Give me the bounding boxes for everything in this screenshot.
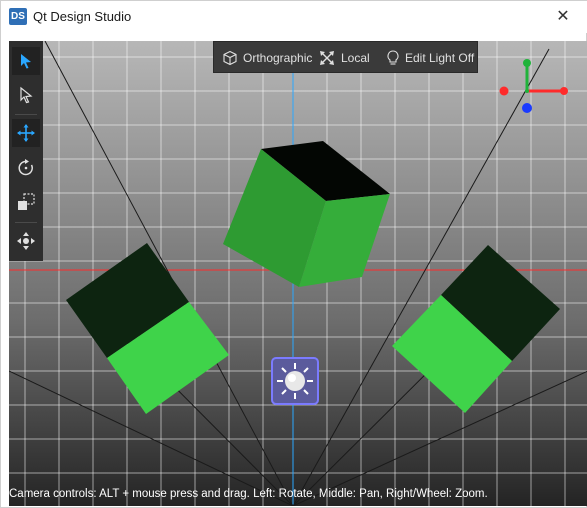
light-bulb-icon <box>387 50 399 65</box>
orthographic-label: Orthographic <box>243 51 313 65</box>
view-toolbar: Orthographic Local Edit Light Off <box>213 41 478 73</box>
select-item-tool[interactable] <box>12 81 40 109</box>
local-toggle[interactable]: Local <box>318 42 370 74</box>
orientation-gizmo[interactable] <box>499 59 569 113</box>
close-button[interactable]: ✕ <box>552 6 574 28</box>
orthographic-toggle[interactable]: Orthographic <box>222 42 312 74</box>
fit-view-icon <box>17 232 35 250</box>
light-icon[interactable] <box>271 357 319 405</box>
scale-tool[interactable] <box>12 188 40 216</box>
tools-toolbar <box>9 41 43 261</box>
move-tool[interactable] <box>12 119 40 147</box>
select-group-tool[interactable] <box>12 47 40 75</box>
select-group-arrow-icon <box>21 54 31 69</box>
select-item-arrow-icon <box>20 86 33 104</box>
3d-viewport[interactable]: Orthographic Local Edit Light Off <box>9 41 587 506</box>
edit-light-toggle[interactable]: Edit Light Off <box>386 42 474 74</box>
local-label: Local <box>341 51 370 65</box>
scene-canvas[interactable] <box>9 41 587 506</box>
cube-top[interactable] <box>223 141 390 287</box>
app-window: DS Qt Design Studio ✕ Orthographic Local… <box>0 0 587 508</box>
title-bar: DS Qt Design Studio ✕ <box>1 1 587 33</box>
edit-light-label: Edit Light Off <box>405 51 475 65</box>
fit-view-tool[interactable] <box>12 227 40 255</box>
cube-left[interactable] <box>66 243 229 414</box>
cube-icon <box>223 50 237 66</box>
app-logo-icon: DS <box>9 8 27 25</box>
local-transform-icon <box>320 51 334 65</box>
rotate-icon <box>18 159 33 176</box>
status-bar-text: Camera controls: ALT + mouse press and d… <box>9 488 488 500</box>
window-title: Qt Design Studio <box>33 9 132 24</box>
scale-icon <box>18 193 35 210</box>
move-icon <box>17 124 35 142</box>
rotate-tool[interactable] <box>12 154 40 182</box>
